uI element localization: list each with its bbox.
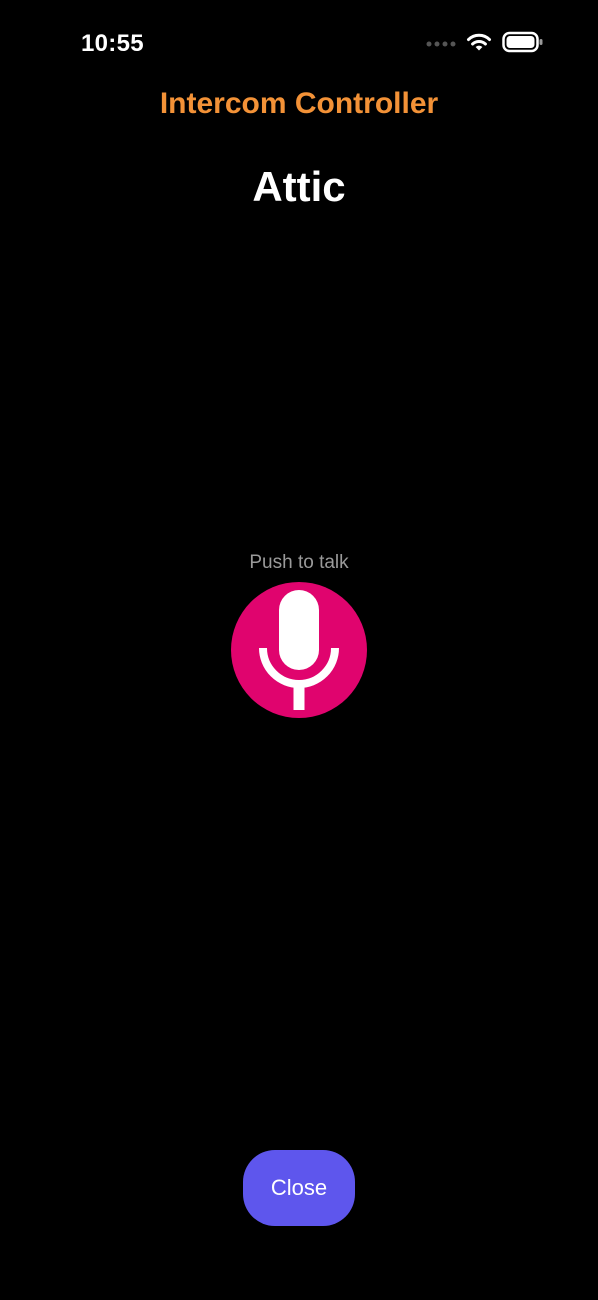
room-title: Attic bbox=[252, 163, 346, 210]
microphone-icon bbox=[231, 582, 367, 718]
status-bar: 10:55 bbox=[0, 0, 598, 88]
battery-icon bbox=[502, 31, 544, 58]
close-button[interactable]: Close bbox=[243, 1150, 355, 1226]
signal-dots-icon bbox=[426, 35, 456, 53]
status-time: 10:55 bbox=[81, 30, 144, 57]
push-to-talk-label: Push to talk bbox=[249, 552, 349, 573]
wifi-icon bbox=[466, 32, 492, 57]
status-icons bbox=[426, 31, 544, 58]
push-to-talk-button[interactable] bbox=[231, 582, 367, 718]
app-title: Intercom Controller bbox=[159, 87, 439, 120]
